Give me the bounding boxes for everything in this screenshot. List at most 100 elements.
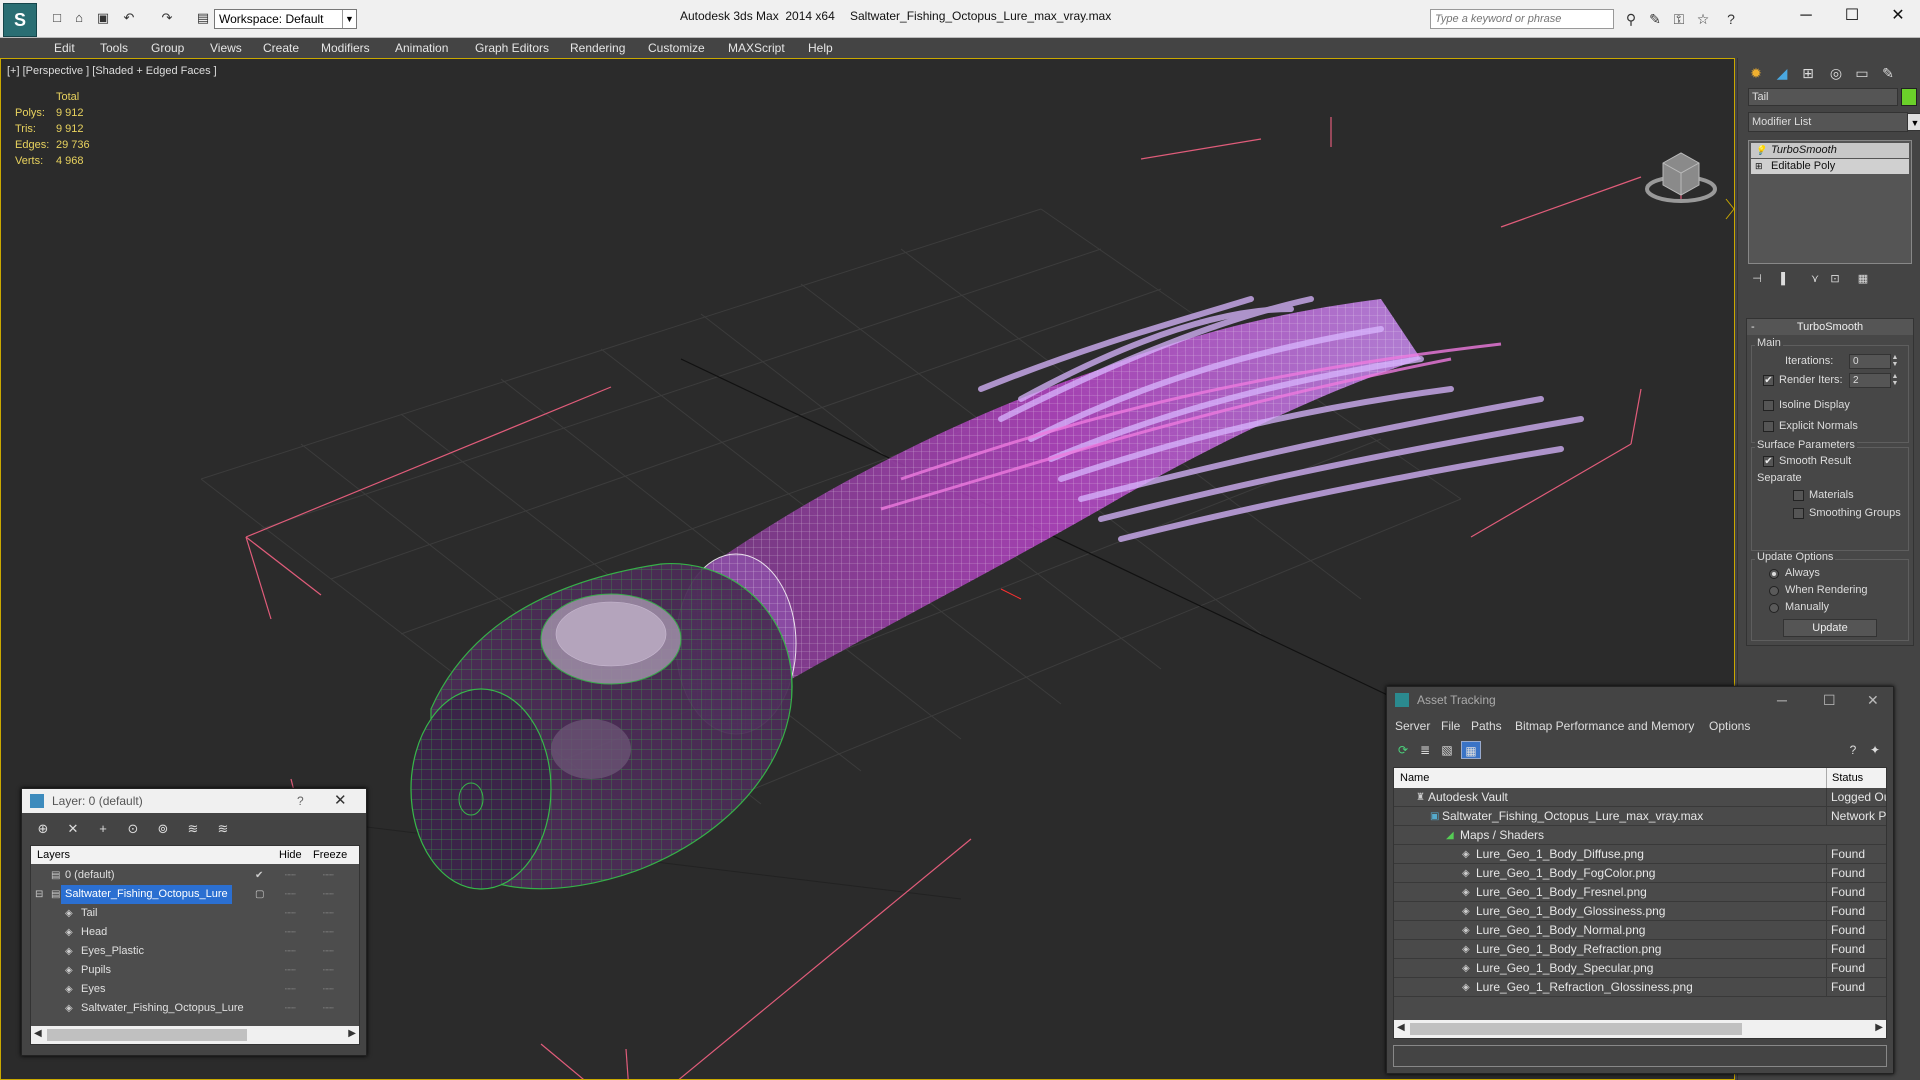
render-iters-spinner[interactable]: 2 ▲ ▼ bbox=[1849, 373, 1898, 388]
settings-icon[interactable]: ✦ bbox=[1865, 741, 1885, 759]
help-icon[interactable]: ? bbox=[1843, 741, 1863, 759]
stack-item-turbosmooth[interactable]: 💡 TurboSmooth bbox=[1751, 143, 1909, 158]
layers-column-header[interactable]: Layers bbox=[37, 846, 70, 864]
favorites-star-icon[interactable]: ☆ bbox=[1694, 10, 1712, 28]
close-icon[interactable]: ✕ bbox=[334, 789, 347, 813]
asset-row[interactable]: ◈ Lure_Geo_1_Body_Normal.png Found bbox=[1394, 921, 1886, 940]
freeze-toggle[interactable]: ┈┈ bbox=[323, 999, 334, 1018]
when-rendering-radio[interactable] bbox=[1769, 586, 1779, 596]
layer-row[interactable]: ◈ Eyes ┈┈ ┈┈ bbox=[31, 980, 359, 999]
asset-row[interactable]: ◈ Lure_Geo_1_Body_Diffuse.png Found bbox=[1394, 845, 1886, 864]
active-checkmark-icon[interactable]: ✔ bbox=[255, 866, 263, 885]
set-current-icon[interactable]: ▢ bbox=[255, 885, 264, 904]
collapse-icon[interactable]: ⊟ bbox=[35, 885, 43, 904]
asset-dialog-titlebar[interactable]: Asset Tracking ─ ☐ ✕ bbox=[1387, 687, 1893, 713]
binoculars-icon[interactable]: ⚲ bbox=[1622, 10, 1640, 28]
viewport-label[interactable]: [+] [Perspective ] [Shaded + Edged Faces… bbox=[7, 65, 217, 77]
freeze-all-icon[interactable]: ≋ bbox=[212, 819, 234, 839]
always-radio[interactable] bbox=[1769, 569, 1779, 579]
menu-tools[interactable]: Tools bbox=[100, 41, 128, 55]
search-input[interactable] bbox=[1431, 10, 1613, 28]
asset-row[interactable]: ◈ Lure_Geo_1_Body_Refraction.png Found bbox=[1394, 940, 1886, 959]
menu-views[interactable]: Views bbox=[210, 41, 242, 55]
spinner-arrows-icon[interactable]: ▲ ▼ bbox=[1890, 373, 1900, 388]
help-icon[interactable]: ? bbox=[1722, 10, 1740, 28]
hide-toggle[interactable]: ┈┈ bbox=[285, 923, 296, 942]
hide-toggle[interactable]: ┈┈ bbox=[285, 866, 296, 885]
configure-sets-icon[interactable]: ▦ bbox=[1854, 270, 1872, 288]
horizontal-scrollbar[interactable]: ◀ ▶ bbox=[31, 1026, 359, 1044]
render-iters-checkbox[interactable]: ✔ bbox=[1763, 375, 1774, 386]
list-view-icon[interactable]: ≣ bbox=[1415, 741, 1435, 759]
asset-row[interactable]: ◈ Lure_Geo_1_Body_Fresnel.png Found bbox=[1394, 883, 1886, 902]
status-column-header[interactable]: Status bbox=[1832, 768, 1863, 788]
maximize-button[interactable]: ☐ bbox=[1832, 4, 1872, 28]
layer-row[interactable]: ◈ Eyes_Plastic ┈┈ ┈┈ bbox=[31, 942, 359, 961]
freeze-toggle[interactable]: ┈┈ bbox=[323, 904, 334, 923]
freeze-toggle[interactable]: ┈┈ bbox=[323, 866, 334, 885]
scrollbar-thumb[interactable] bbox=[47, 1029, 247, 1041]
scroll-left-icon[interactable]: ◀ bbox=[34, 1028, 42, 1039]
close-button[interactable]: ✕ bbox=[1878, 4, 1918, 28]
utilities-tab-icon[interactable]: ✎ bbox=[1876, 62, 1900, 84]
menu-file[interactable]: File bbox=[1441, 719, 1460, 733]
hide-toggle[interactable]: ┈┈ bbox=[285, 961, 296, 980]
lightbulb-icon[interactable]: 💡 bbox=[1755, 143, 1766, 158]
modifier-list-dropdown[interactable]: Modifier List ▼ bbox=[1748, 112, 1920, 132]
show-end-result-icon[interactable]: ▌ bbox=[1776, 270, 1794, 288]
asset-row[interactable]: ◢ Maps / Shaders bbox=[1394, 826, 1886, 845]
layer-row[interactable]: ◈ Head ┈┈ ┈┈ bbox=[31, 923, 359, 942]
asset-row[interactable]: ◈ Lure_Geo_1_Body_Glossiness.png Found bbox=[1394, 902, 1886, 921]
menu-paths[interactable]: Paths bbox=[1471, 719, 1502, 733]
hide-all-icon[interactable]: ≋ bbox=[182, 819, 204, 839]
freeze-toggle[interactable]: ┈┈ bbox=[323, 942, 334, 961]
hierarchy-tab-icon[interactable]: ⊞ bbox=[1796, 62, 1820, 84]
name-column-header[interactable]: Name bbox=[1400, 768, 1429, 788]
save-icon[interactable]: ▣ bbox=[94, 10, 112, 26]
menu-help[interactable]: Help bbox=[808, 41, 833, 55]
hide-toggle[interactable]: ┈┈ bbox=[285, 999, 296, 1018]
menu-create[interactable]: Create bbox=[263, 41, 299, 55]
layer-row[interactable]: ◈ Pupils ┈┈ ┈┈ bbox=[31, 961, 359, 980]
menu-maxscript[interactable]: MAXScript bbox=[728, 41, 785, 55]
column-divider[interactable] bbox=[1826, 768, 1827, 788]
freeze-toggle[interactable]: ┈┈ bbox=[323, 980, 334, 999]
thumbnail-view-icon[interactable]: ▧ bbox=[1437, 741, 1457, 759]
menu-server[interactable]: Server bbox=[1395, 719, 1430, 733]
scroll-right-icon[interactable]: ▶ bbox=[1875, 1022, 1883, 1033]
rollout-header[interactable]: - TurboSmooth bbox=[1747, 319, 1913, 335]
new-file-icon[interactable]: □ bbox=[48, 10, 66, 26]
display-tab-icon[interactable]: ▭ bbox=[1850, 62, 1874, 84]
table-view-icon[interactable]: ▦ bbox=[1461, 741, 1481, 759]
layer-row[interactable]: ⊟ ▤ Saltwater_Fishing_Octopus_Lure ▢ ┈┈ … bbox=[31, 885, 359, 904]
freeze-toggle[interactable]: ┈┈ bbox=[323, 923, 334, 942]
hide-toggle[interactable]: ┈┈ bbox=[285, 980, 296, 999]
iterations-spinner[interactable]: 0 ▲ ▼ bbox=[1849, 354, 1898, 369]
scrollbar-thumb[interactable] bbox=[1410, 1023, 1742, 1035]
menu-modifiers[interactable]: Modifiers bbox=[321, 41, 370, 55]
scroll-left-icon[interactable]: ◀ bbox=[1397, 1022, 1405, 1033]
highlight-layer-icon[interactable]: ⊚ bbox=[152, 819, 174, 839]
hide-toggle[interactable]: ┈┈ bbox=[285, 942, 296, 961]
freeze-toggle[interactable]: ┈┈ bbox=[323, 885, 334, 904]
menu-bitmap-performance[interactable]: Bitmap Performance and Memory bbox=[1515, 719, 1694, 733]
asset-row[interactable]: ◈ Lure_Geo_1_Refraction_Glossiness.png F… bbox=[1394, 978, 1886, 997]
hide-column-header[interactable]: Hide bbox=[279, 846, 302, 864]
asset-row[interactable]: ▣ Saltwater_Fishing_Octopus_Lure_max_vra… bbox=[1394, 807, 1886, 826]
communication-icon[interactable]: ⚿ bbox=[1670, 10, 1688, 28]
asset-row[interactable]: ♜ Autodesk Vault Logged Ou bbox=[1394, 788, 1886, 807]
layer-row[interactable]: ▤ 0 (default) ✔ ┈┈ ┈┈ bbox=[31, 866, 359, 885]
minimize-button[interactable]: ─ bbox=[1786, 4, 1826, 28]
asset-path-field[interactable] bbox=[1393, 1045, 1887, 1067]
make-unique-icon[interactable]: ⋎ bbox=[1806, 270, 1824, 288]
undo-icon[interactable]: ↶ bbox=[120, 10, 138, 26]
smoothing-groups-checkbox[interactable] bbox=[1793, 508, 1804, 519]
modify-tab-icon[interactable]: ◢ bbox=[1770, 62, 1794, 84]
subscription-icon[interactable]: ✎ bbox=[1646, 10, 1664, 28]
create-tab-icon[interactable]: ✹ bbox=[1744, 62, 1768, 84]
pin-stack-icon[interactable]: ⊣ bbox=[1748, 270, 1766, 288]
menu-animation[interactable]: Animation bbox=[395, 41, 448, 55]
hide-toggle[interactable]: ┈┈ bbox=[285, 885, 296, 904]
help-button[interactable]: ? bbox=[297, 789, 304, 813]
materials-checkbox[interactable] bbox=[1793, 490, 1804, 501]
